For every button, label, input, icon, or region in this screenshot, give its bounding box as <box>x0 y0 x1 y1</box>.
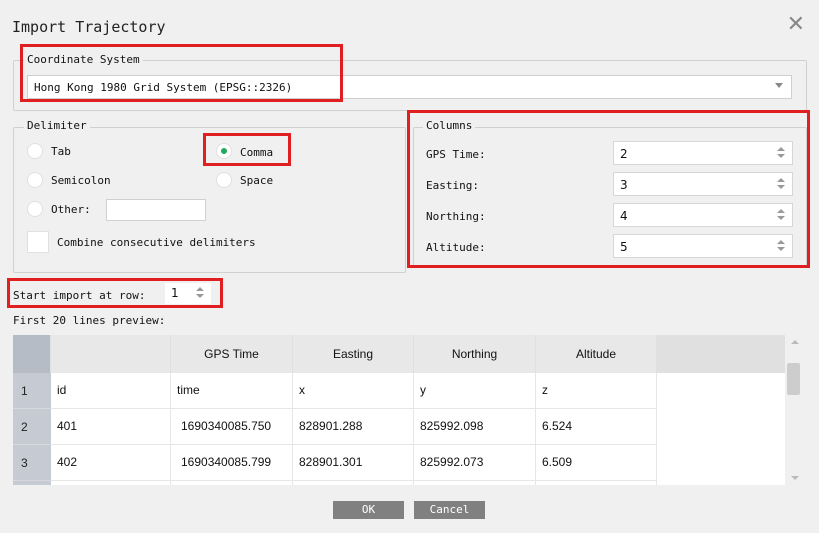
table-cell[interactable] <box>536 481 657 485</box>
scrollbar-thumb[interactable] <box>787 363 800 395</box>
row-header[interactable]: 1 <box>13 373 51 409</box>
cancel-button[interactable]: Cancel <box>414 501 485 519</box>
table-cell[interactable]: 828901.288 <box>293 409 414 445</box>
spin-arrows-icon[interactable] <box>195 286 205 300</box>
radio-tab-label: Tab <box>51 145 71 158</box>
row-header[interactable] <box>13 481 51 485</box>
easting-spinbox[interactable]: 3 <box>613 172 793 196</box>
preview-label: First 20 lines preview: <box>13 314 166 327</box>
spin-arrows-icon[interactable] <box>776 146 786 160</box>
altitude-spinbox[interactable]: 5 <box>613 234 793 258</box>
altitude-label: Altitude: <box>426 241 486 254</box>
radio-comma[interactable] <box>216 143 232 159</box>
table-cell[interactable]: 6.524 <box>536 409 657 445</box>
header-gps-time[interactable]: GPS Time <box>171 335 293 373</box>
header-corner <box>13 335 51 373</box>
altitude-value: 5 <box>620 240 628 254</box>
start-row-value: 1 <box>171 286 179 300</box>
scroll-up-icon[interactable] <box>791 340 799 344</box>
radio-space-label: Space <box>240 174 274 187</box>
table-cell[interactable]: y <box>414 373 536 409</box>
radio-semicolon[interactable] <box>27 172 43 188</box>
radio-space[interactable] <box>216 172 232 188</box>
other-delimiter-input[interactable] <box>106 199 206 221</box>
header-altitude[interactable]: Altitude <box>536 335 657 373</box>
chevron-down-icon <box>775 83 783 88</box>
easting-value: 3 <box>620 178 628 192</box>
header-filler <box>657 335 785 373</box>
header-easting[interactable]: Easting <box>293 335 414 373</box>
delimiter-group <box>13 127 406 273</box>
start-row-label: Start import at row: <box>13 289 146 302</box>
table-cell[interactable]: 401 <box>51 409 171 445</box>
vertical-scrollbar[interactable] <box>785 335 804 485</box>
table-cell[interactable] <box>414 481 536 485</box>
easting-label: Easting: <box>426 179 479 192</box>
columns-legend: Columns <box>423 119 476 132</box>
combine-delimiters-checkbox[interactable] <box>27 231 49 253</box>
radio-other-label: Other: <box>51 203 91 216</box>
dialog-title: Import Trajectory <box>12 18 166 36</box>
table-cell[interactable]: time <box>171 373 293 409</box>
table-cell[interactable]: 6.509 <box>536 445 657 481</box>
header-northing[interactable]: Northing <box>414 335 536 373</box>
gps-time-value: 2 <box>620 147 628 161</box>
combine-delimiters-label: Combine consecutive delimiters <box>57 236 256 249</box>
table-cell[interactable] <box>293 481 414 485</box>
radio-tab[interactable] <box>27 143 43 159</box>
table-cell[interactable]: 828901.301 <box>293 445 414 481</box>
radio-semicolon-label: Semicolon <box>51 174 111 187</box>
spin-arrows-icon[interactable] <box>776 208 786 222</box>
northing-spinbox[interactable]: 4 <box>613 203 793 227</box>
start-row-spinbox[interactable]: 1 <box>165 283 211 304</box>
coordinate-system-value: Hong Kong 1980 Grid System (EPSG::2326) <box>34 81 293 94</box>
table-cell[interactable] <box>51 481 171 485</box>
table-cell[interactable]: 402 <box>51 445 171 481</box>
table-cell[interactable]: x <box>293 373 414 409</box>
row-header[interactable]: 3 <box>13 445 51 481</box>
table-cell[interactable]: 825992.073 <box>414 445 536 481</box>
table-cell[interactable]: 1690340085.750 <box>171 409 293 445</box>
radio-other[interactable] <box>27 201 43 217</box>
scroll-down-icon[interactable] <box>791 476 799 480</box>
coordinate-system-select[interactable]: Hong Kong 1980 Grid System (EPSG::2326) <box>27 75 792 99</box>
table-cell[interactable]: 1690340085.799 <box>171 445 293 481</box>
table-cell[interactable]: z <box>536 373 657 409</box>
coordinate-system-legend: Coordinate System <box>24 53 143 66</box>
ok-button[interactable]: OK <box>333 501 404 519</box>
table-cell[interactable]: id <box>51 373 171 409</box>
table-cell[interactable]: 825992.098 <box>414 409 536 445</box>
preview-table[interactable]: GPS Time Easting Northing Altitude 1 id … <box>13 335 804 485</box>
header-col-1 <box>51 335 171 373</box>
spin-arrows-icon[interactable] <box>776 239 786 253</box>
spin-arrows-icon[interactable] <box>776 177 786 191</box>
delimiter-legend: Delimiter <box>24 119 90 132</box>
northing-label: Northing: <box>426 210 486 223</box>
northing-value: 4 <box>620 209 628 223</box>
close-icon[interactable]: ✕ <box>787 14 805 36</box>
radio-comma-label: Comma <box>240 146 274 159</box>
gps-time-label: GPS Time: <box>426 148 486 161</box>
table-cell[interactable] <box>171 481 293 485</box>
row-header[interactable]: 2 <box>13 409 51 445</box>
gps-time-spinbox[interactable]: 2 <box>613 141 793 165</box>
